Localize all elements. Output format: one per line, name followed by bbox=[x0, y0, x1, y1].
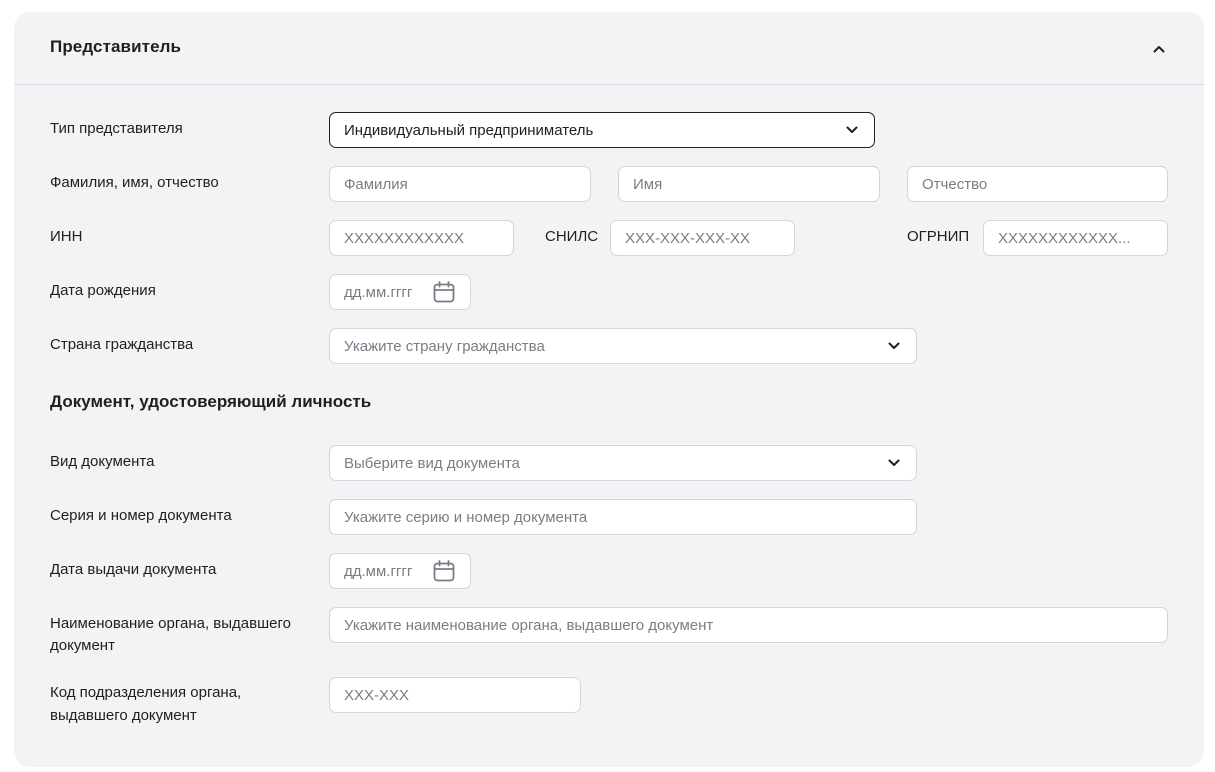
patronymic-input[interactable]: Отчество bbox=[907, 166, 1168, 202]
inn-input[interactable]: XXXXXXXXXXXX bbox=[329, 220, 514, 256]
surname-placeholder: Фамилия bbox=[344, 175, 408, 193]
birth-date-input[interactable]: дд.мм.гггг bbox=[329, 274, 471, 310]
patronymic-placeholder: Отчество bbox=[922, 175, 988, 193]
series-number-placeholder: Укажите серию и номер документа bbox=[344, 508, 588, 526]
issue-date-input[interactable]: дд.мм.гггг bbox=[329, 553, 471, 589]
citizenship-label: Страна гражданства bbox=[50, 336, 194, 353]
document-kind-label: Вид документа bbox=[50, 453, 155, 470]
surname-input[interactable]: Фамилия bbox=[329, 166, 591, 202]
fio-label: Фамилия, имя, отчество bbox=[50, 174, 219, 191]
representative-type-value: Индивидуальный предприниматель bbox=[344, 121, 594, 139]
inn-label: ИНН bbox=[50, 228, 83, 245]
citizenship-select[interactable]: Укажите страну гражданства bbox=[329, 328, 917, 364]
inn-placeholder: XXXXXXXXXXXX bbox=[344, 229, 465, 247]
calendar-icon[interactable] bbox=[432, 559, 456, 583]
collapse-button[interactable] bbox=[1148, 38, 1170, 60]
division-code-label-line2: выдавшего документ bbox=[50, 707, 197, 724]
snils-input[interactable]: XXX-XXX-XXX-XX bbox=[610, 220, 795, 256]
chevron-up-icon bbox=[1153, 46, 1165, 53]
panel-header[interactable]: Представитель bbox=[14, 12, 1204, 85]
chevron-down-icon bbox=[844, 122, 860, 138]
birth-date-placeholder: дд.мм.гггг bbox=[344, 283, 413, 301]
ogrnip-input[interactable]: XXXXXXXXXXXX... bbox=[983, 220, 1168, 256]
division-code-label-line1: Код подразделения органа, bbox=[50, 684, 242, 701]
representative-type-label: Тип представителя bbox=[50, 120, 183, 137]
snils-label: СНИЛС bbox=[545, 228, 599, 245]
document-kind-placeholder: Выберите вид документа bbox=[344, 454, 520, 472]
chevron-down-icon bbox=[886, 455, 902, 471]
division-code-input[interactable]: XXX-XXX bbox=[329, 677, 581, 713]
authority-input[interactable]: Укажите наименование органа, выдавшего д… bbox=[329, 607, 1168, 643]
series-number-input[interactable]: Укажите серию и номер документа bbox=[329, 499, 917, 535]
calendar-icon[interactable] bbox=[432, 280, 456, 304]
ogrnip-placeholder: XXXXXXXXXXXX... bbox=[998, 229, 1131, 247]
authority-label-line1: Наименование органа, выдавшего bbox=[50, 615, 291, 632]
panel-title: Представитель bbox=[50, 37, 182, 56]
issue-date-placeholder: дд.мм.гггг bbox=[344, 562, 413, 580]
authority-label-line2: документ bbox=[50, 637, 115, 654]
snils-placeholder: XXX-XXX-XXX-XX bbox=[625, 229, 751, 247]
document-section-title: Документ, удостоверяющий личность bbox=[50, 392, 372, 411]
name-input[interactable]: Имя bbox=[618, 166, 880, 202]
representative-type-select[interactable]: Индивидуальный предприниматель bbox=[329, 112, 875, 148]
birth-date-label: Дата рождения bbox=[50, 282, 156, 299]
chevron-down-icon bbox=[886, 338, 902, 354]
citizenship-placeholder: Укажите страну гражданства bbox=[344, 337, 545, 355]
issue-date-label: Дата выдачи документа bbox=[50, 561, 217, 578]
series-number-label: Серия и номер документа bbox=[50, 507, 232, 524]
ogrnip-label: ОГРНИП bbox=[907, 228, 970, 245]
document-kind-select[interactable]: Выберите вид документа bbox=[329, 445, 917, 481]
authority-placeholder: Укажите наименование органа, выдавшего д… bbox=[344, 616, 714, 634]
division-code-placeholder: XXX-XXX bbox=[344, 686, 410, 704]
representative-panel: Представитель Тип представителя Индивиду… bbox=[14, 12, 1204, 767]
name-placeholder: Имя bbox=[633, 175, 663, 193]
